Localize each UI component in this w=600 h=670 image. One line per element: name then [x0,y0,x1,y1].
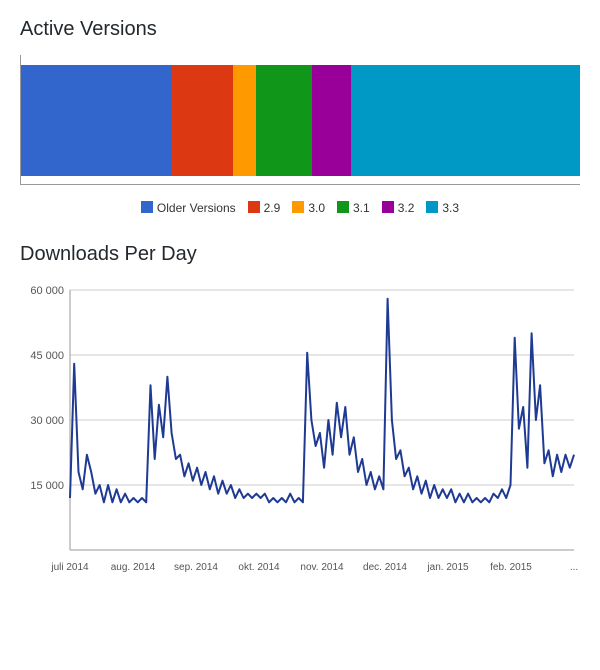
x-tick-label: feb. 2015 [490,562,532,573]
segment-3.2 [312,65,351,176]
legend-item-older-versions: Older Versions [141,201,236,215]
legend-label: 3.3 [442,201,459,215]
legend-swatch [292,201,304,213]
legend-swatch [382,201,394,213]
segment-3.0 [233,65,255,176]
legend-item-3.3: 3.3 [426,201,459,215]
segment-3.3 [351,65,580,176]
y-tick-label: 60 000 [30,285,64,297]
legend-swatch [141,201,153,213]
legend-label: 3.2 [398,201,415,215]
downloads-per-day-chart: 15 000 30 000 45 000 60 000 juli 2014 aug. 20… [20,280,580,580]
legend-item-3.0: 3.0 [292,201,325,215]
active-versions-chart [20,55,580,185]
legend-label: 3.0 [308,201,325,215]
legend-item-2.9: 2.9 [248,201,281,215]
y-tick-label: 15 000 [30,480,64,492]
active-versions-legend: Older Versions 2.9 3.0 3.1 3.2 3.3 [20,201,580,215]
y-tick-label: 45 000 [30,350,64,362]
x-tick-label: juli 2014 [50,562,89,573]
legend-label: 3.1 [353,201,370,215]
segment-older-versions [21,65,172,176]
x-tick-label: aug. 2014 [111,562,156,573]
y-tick-label: 30 000 [30,415,64,427]
legend-label: 2.9 [264,201,281,215]
x-tick-label: ... [570,562,578,573]
legend-swatch [426,201,438,213]
x-tick-label: dec. 2014 [363,562,407,573]
x-tick-label: jan. 2015 [426,562,469,573]
legend-item-3.1: 3.1 [337,201,370,215]
legend-swatch [248,201,260,213]
x-tick-label: nov. 2014 [300,562,344,573]
x-tick-label: sep. 2014 [174,562,218,573]
legend-item-3.2: 3.2 [382,201,415,215]
segment-2.9 [172,65,233,176]
downloads-per-day-title: Downloads Per Day [20,243,580,266]
x-tick-label: okt. 2014 [238,562,280,573]
legend-swatch [337,201,349,213]
segment-3.1 [256,65,312,176]
stacked-bar [21,65,580,176]
active-versions-title: Active Versions [20,18,580,41]
downloads-line [70,299,574,503]
legend-label: Older Versions [157,201,236,215]
